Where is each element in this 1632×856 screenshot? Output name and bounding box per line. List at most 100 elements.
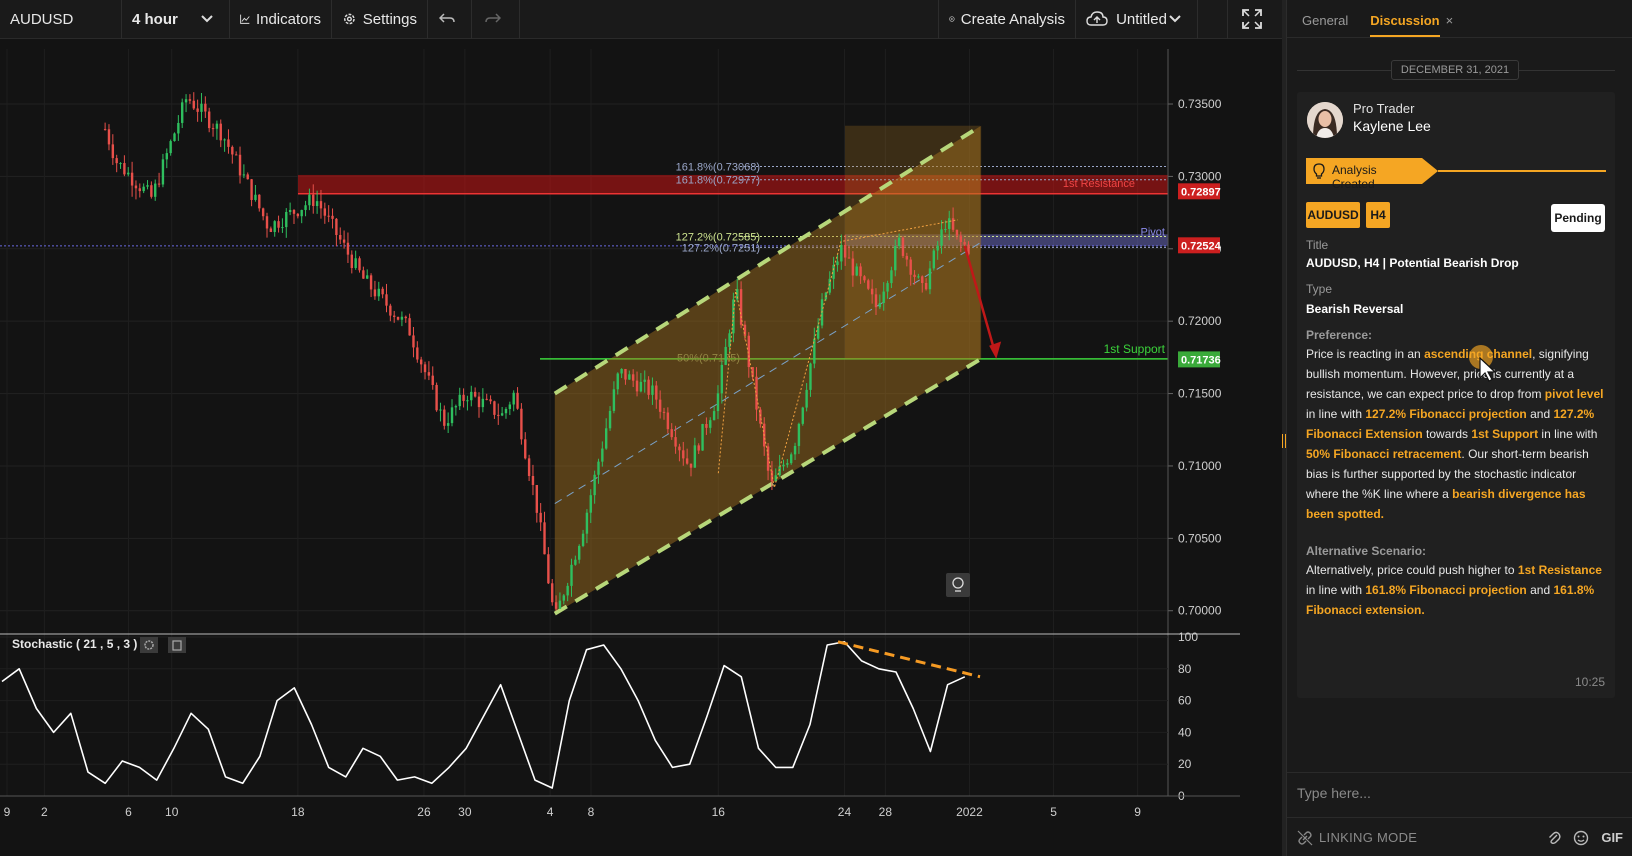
type-label: Type: [1306, 282, 1333, 296]
time-tick-label: 10: [165, 805, 179, 819]
candle-body: [624, 368, 627, 380]
candle-body: [832, 265, 835, 279]
candle-body: [870, 288, 874, 295]
title-label: Title: [1306, 238, 1329, 252]
candle-body: [134, 185, 138, 189]
stoch-tick-label: 20: [1178, 757, 1192, 771]
candle-body: [535, 484, 539, 513]
chart-area[interactable]: 1st Resistance Pivot 1st Support 161.8%(0.7…: [0, 39, 1282, 856]
candle-body: [628, 374, 631, 380]
candle-body: [161, 159, 165, 185]
candle-body: [886, 283, 889, 292]
candle-body: [288, 209, 292, 212]
candle-body: [901, 237, 905, 256]
candle-body: [358, 258, 361, 271]
candle-body: [466, 400, 469, 402]
candle-body: [331, 215, 334, 219]
candle-body: [211, 128, 215, 130]
candle-body: [712, 411, 716, 421]
chart-toolbar: AUDUSD 4 hour Indicators Settings Create…: [0, 0, 1282, 39]
candle-body: [242, 174, 246, 176]
candle-body: [269, 228, 273, 233]
candle-body: [608, 410, 612, 429]
candle-body: [940, 229, 943, 246]
candle-body: [570, 564, 573, 586]
candle-body: [658, 399, 662, 412]
alternative-text: Alternatively, price could push higher t…: [1306, 560, 1606, 620]
plus-circle-icon: [949, 16, 955, 22]
candle-body: [562, 595, 565, 601]
candle-body: [786, 463, 789, 465]
time-tick-label: 2: [41, 805, 48, 819]
alternative-segment: 1st Resistance: [1517, 563, 1602, 577]
candle-body: [670, 429, 673, 438]
candle-body: [674, 437, 677, 447]
emoji-icon[interactable]: [1573, 830, 1589, 846]
composer-actions: GIF: [1547, 830, 1623, 846]
candle-body: [119, 163, 122, 165]
layout-dropdown[interactable]: Untitled: [1076, 0, 1198, 39]
candle-body: [909, 259, 912, 275]
candle-body: [227, 139, 230, 147]
candle-body: [840, 244, 843, 262]
candle-body: [651, 385, 654, 395]
candle-body: [196, 108, 199, 112]
price-chart[interactable]: 1st ResistancePivot1st Support161.8%(0.7…: [0, 39, 1282, 856]
candle-body: [689, 463, 693, 468]
symbol-selector[interactable]: AUDUSD: [0, 0, 122, 39]
candle-body: [354, 258, 357, 269]
candle-body: [589, 495, 592, 513]
candle-body: [446, 423, 450, 426]
candle-body: [439, 409, 442, 411]
candle-body: [423, 364, 427, 373]
candle-body: [115, 158, 118, 164]
candle-body: [362, 270, 365, 279]
settings-button[interactable]: Settings: [332, 0, 428, 39]
indicators-button[interactable]: Indicators: [230, 0, 332, 39]
price-tick-label: 0.73500: [1178, 97, 1222, 111]
candle-body: [219, 123, 222, 141]
candle-body: [578, 545, 581, 560]
undo-button[interactable]: [428, 0, 472, 39]
time-tick-label: 4: [547, 805, 554, 819]
tab-general[interactable]: General: [1302, 13, 1348, 37]
cloud-upload-icon: [1086, 11, 1108, 26]
candle-body: [566, 585, 569, 596]
time-tick-label: 18: [291, 805, 305, 819]
message-input[interactable]: [1297, 781, 1623, 805]
time-tick-label: 28: [879, 805, 893, 819]
paperclip-icon[interactable]: [1547, 830, 1561, 846]
candle-body: [666, 412, 670, 430]
candle-body: [173, 133, 176, 142]
preference-segment: pivot level: [1544, 387, 1604, 401]
preference-segment: in line with: [1306, 407, 1366, 421]
candle-body: [489, 399, 492, 402]
create-analysis-button[interactable]: Create Analysis: [938, 0, 1076, 39]
time-tick-label: 6: [125, 805, 132, 819]
stochastic-k-line: [1, 641, 966, 789]
stochastic-title: Stochastic ( 21 , 5 , 3 ): [12, 637, 137, 651]
tab-discussion[interactable]: Discussion: [1370, 13, 1440, 37]
link-icon[interactable]: [1297, 830, 1313, 846]
time-tick-label: 8: [588, 805, 595, 819]
candle-body: [285, 211, 288, 228]
chevron-down-icon: [201, 15, 213, 23]
redo-button[interactable]: [472, 0, 520, 39]
interval-dropdown[interactable]: 4 hour: [122, 0, 230, 39]
candle-body: [639, 381, 643, 392]
candle-body: [184, 99, 188, 103]
linking-mode-label[interactable]: LINKING MODE: [1319, 830, 1417, 845]
redo-icon: [484, 13, 501, 23]
candle-body: [300, 209, 303, 217]
time-tick-label: 9: [1134, 805, 1141, 819]
message-composer: LINKING MODE GIF: [1287, 772, 1632, 856]
candle-body: [836, 261, 839, 266]
candle-body: [493, 401, 496, 415]
candle-body: [497, 414, 500, 416]
gif-button[interactable]: GIF: [1601, 830, 1623, 845]
gear-icon: [344, 13, 355, 25]
fullscreen-button[interactable]: [1228, 0, 1282, 39]
support-label: 1st Support: [1104, 342, 1166, 356]
close-tab-icon[interactable]: ×: [1446, 13, 1454, 37]
candle-body: [604, 428, 608, 449]
